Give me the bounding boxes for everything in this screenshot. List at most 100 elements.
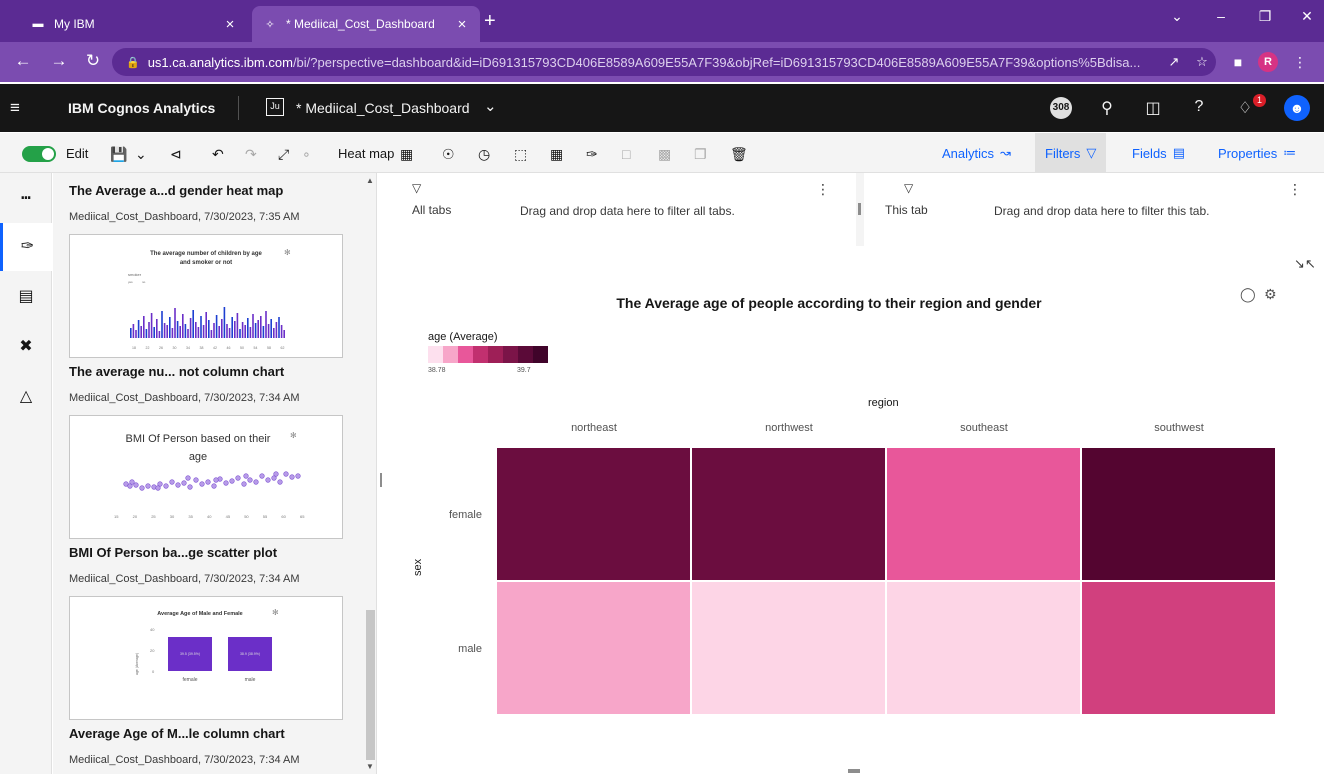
close-tab-icon[interactable]: ×	[454, 16, 470, 33]
thumb-tick-label: 22	[146, 346, 150, 350]
visualizations-icon[interactable]: ▤	[0, 273, 52, 321]
scroll-up-arrow-icon[interactable]: ▲	[366, 176, 374, 185]
share-icon[interactable]: ⊲	[170, 145, 182, 163]
edit-mode-toggle[interactable]	[22, 146, 56, 162]
counter-badge[interactable]: 308	[1050, 97, 1072, 119]
new-tab-button[interactable]: +	[484, 11, 496, 31]
restore-button[interactable]: ❐	[1250, 8, 1280, 25]
bring-forward-icon[interactable]: ▩	[658, 145, 671, 163]
overflow-menu-icon[interactable]: ⋮	[816, 181, 830, 198]
legend-color-scale	[428, 346, 548, 363]
close-window-button[interactable]: ✕	[1292, 8, 1322, 25]
thumb-tick-label: 30	[170, 514, 175, 519]
group-icon[interactable]: □	[622, 145, 630, 163]
hamburger-menu-icon[interactable]: ≡	[10, 98, 20, 118]
minimize-button[interactable]: –	[1206, 8, 1236, 24]
heatmap-cell[interactable]	[887, 448, 1081, 581]
browser-tab-my-ibm[interactable]: ▬ My IBM ×	[20, 6, 248, 42]
heatmap-cell[interactable]	[692, 448, 886, 581]
thumb-bar	[150, 313, 153, 338]
data-table-icon[interactable]: ▦	[550, 145, 563, 163]
heatmap-cell[interactable]	[692, 582, 886, 715]
redo-icon[interactable]: ↷	[245, 145, 257, 163]
reload-icon[interactable]: ↻	[82, 52, 104, 70]
heatmap-cell[interactable]	[1082, 448, 1276, 581]
select-icon[interactable]: ⬚	[514, 145, 527, 163]
legend-title: age (Average)	[428, 331, 498, 343]
user-avatar-icon[interactable]: ☻	[1284, 95, 1310, 121]
pins-panel-scrollbar[interactable]: ▲ ▼	[365, 173, 376, 774]
data-sources-icon[interactable]: ┅	[0, 175, 52, 223]
timer-icon[interactable]: ◷	[478, 145, 490, 163]
forward-icon[interactable]: →	[48, 52, 70, 70]
pin-card-title[interactable]: Average Age of M...le column chart	[69, 726, 285, 741]
pin-card-title[interactable]: The Average a...d gender heat map	[69, 183, 283, 198]
browser-tab-dashboard[interactable]: ✧ * Mediical_Cost_Dashboard ×	[252, 6, 480, 42]
pin-icon[interactable]: ✑	[0, 223, 52, 271]
save-icon[interactable]: 💾	[110, 145, 127, 163]
legend-swatch	[503, 346, 518, 363]
heatmap-cell[interactable]	[497, 448, 691, 581]
drag-handle-icon[interactable]: ∘	[302, 145, 311, 163]
media-icon[interactable]: △	[0, 373, 52, 421]
heatmap-cell[interactable]	[887, 582, 1081, 715]
url-text[interactable]: us1.ca.analytics.ibm.com/bi/?perspective…	[148, 55, 1160, 70]
pin-icon[interactable]: ✑	[586, 145, 598, 163]
search-icon[interactable]: ⚲	[1096, 98, 1118, 118]
close-tab-icon[interactable]: ×	[222, 16, 238, 33]
chat-icon[interactable]: ◫	[1142, 98, 1164, 118]
pin-thumbnail-bmi-scatter[interactable]: BMI Of Person based on their age ✻ 15 20 25 30…	[69, 415, 343, 539]
profile-avatar[interactable]: R	[1258, 52, 1278, 72]
thumb-y-tick: 40	[150, 627, 155, 632]
pin-thumbnail-children-chart[interactable]: The average number of children by age and…	[69, 234, 343, 358]
filter-zone-divider[interactable]	[856, 173, 864, 246]
collapse-icon[interactable]: ↘↖	[1294, 256, 1316, 272]
bookmark-star-icon[interactable]: ☆	[1188, 54, 1216, 70]
thumb-bar	[210, 330, 213, 338]
legend-swatch	[488, 346, 503, 363]
viz-type-label[interactable]: Heat map	[338, 146, 394, 161]
scroll-handle[interactable]	[366, 610, 375, 760]
panel-splitter[interactable]	[376, 173, 386, 774]
url-field[interactable]: 🔒 us1.ca.analytics.ibm.com/bi/?perspecti…	[112, 48, 1216, 76]
thumb-tick-label: 35	[188, 514, 193, 519]
this-tab-filter-zone[interactable]: ▽ This tab Drag and drop data here to fi…	[864, 173, 1324, 246]
analytics-button[interactable]: Analytics ↝	[932, 133, 1021, 173]
share-icon[interactable]: ↗	[1160, 54, 1188, 70]
canvas-horizontal-splitter[interactable]	[386, 768, 1324, 774]
browser-menu-icon[interactable]: ⋮	[1290, 54, 1310, 71]
all-tabs-filter-zone[interactable]: ▽ All tabs Drag and drop data here to fi…	[386, 173, 856, 246]
thumb-tick-label: 50	[244, 514, 249, 519]
pin-thumbnail-age-column[interactable]: Average Age of Male and Female ✻ age (Aver…	[69, 596, 343, 720]
tab-search-icon[interactable]: ⌄	[1162, 8, 1192, 25]
thumb-tick-label: 25	[151, 514, 156, 519]
widgets-icon[interactable]: ✖	[0, 323, 52, 371]
fields-button[interactable]: Fields ▤	[1122, 133, 1195, 173]
chevron-down-icon[interactable]: ⌄	[484, 97, 497, 115]
delete-icon[interactable]: 🗑	[730, 145, 748, 163]
color-palette-icon[interactable]: ☉	[442, 145, 455, 163]
heatmap-cell[interactable]	[497, 582, 691, 715]
thumb-point	[187, 484, 193, 490]
filters-button[interactable]: Filters ▽	[1035, 133, 1107, 173]
undo-icon[interactable]: ↶	[212, 145, 224, 163]
side-panel-icon[interactable]: ■	[1228, 54, 1248, 70]
help-icon[interactable]: ?	[1188, 98, 1210, 116]
send-backward-icon[interactable]: ❐	[694, 145, 707, 163]
heatmap-cell[interactable]	[1082, 582, 1276, 715]
thumb-tick-label: 65	[300, 514, 305, 519]
heat-map-icon[interactable]: ▦	[400, 145, 413, 163]
ibm-logo-icon: ▬	[32, 18, 44, 30]
pin-card-title[interactable]: The average nu... not column chart	[69, 364, 284, 379]
properties-button[interactable]: Properties ≔	[1208, 133, 1306, 173]
thumb-bar	[234, 321, 236, 338]
thumb-bar	[137, 320, 140, 338]
back-icon[interactable]: ←	[12, 52, 34, 70]
dashboard-title[interactable]: * Mediical_Cost_Dashboard	[296, 100, 470, 116]
save-dropdown-chevron-icon[interactable]: ⌄	[135, 145, 147, 163]
scroll-down-arrow-icon[interactable]: ▼	[366, 762, 374, 771]
overflow-menu-icon[interactable]: ⋮	[1288, 181, 1302, 198]
pin-card-title[interactable]: BMI Of Person ba...ge scatter plot	[69, 545, 277, 560]
expand-icon[interactable]: ⤢	[278, 145, 289, 163]
pin-card-subtitle: Mediical_Cost_Dashboard, 7/30/2023, 7:34…	[69, 573, 300, 585]
